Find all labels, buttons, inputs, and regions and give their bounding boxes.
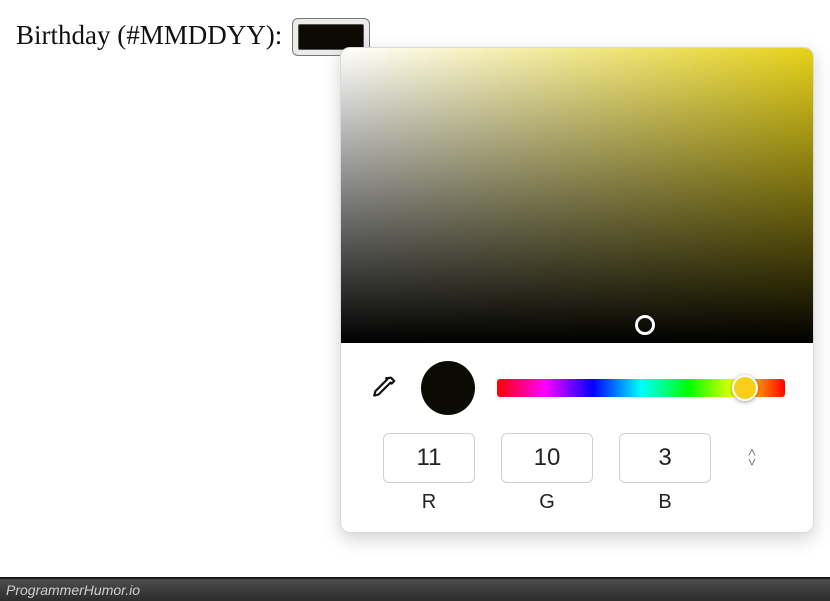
hue-slider[interactable] (497, 379, 785, 397)
r-input[interactable] (383, 433, 475, 483)
g-label: G (501, 491, 593, 514)
hue-thumb[interactable] (732, 375, 758, 401)
eyedropper-button[interactable] (369, 373, 399, 403)
g-input[interactable] (501, 433, 593, 483)
picker-mid-row (341, 343, 813, 427)
field-label: Birthday (#MMDDYY): (16, 18, 282, 53)
rgb-inputs-row (341, 427, 813, 491)
b-label: B (619, 491, 711, 514)
color-picker-popup: R G B (340, 47, 814, 533)
watermark-footer: ProgrammerHumor.io (0, 577, 830, 601)
saturation-value-thumb[interactable] (635, 315, 655, 335)
eyedropper-icon (371, 375, 397, 401)
b-input[interactable] (619, 433, 711, 483)
channel-r (383, 433, 475, 483)
color-mode-toggle[interactable] (737, 449, 767, 468)
chevron-down-icon (748, 459, 756, 468)
rgb-labels-row: R G B (341, 491, 813, 532)
current-color-preview (421, 361, 475, 415)
saturation-value-area[interactable] (341, 48, 813, 343)
r-label: R (383, 491, 475, 514)
channel-b (619, 433, 711, 483)
channel-g (501, 433, 593, 483)
